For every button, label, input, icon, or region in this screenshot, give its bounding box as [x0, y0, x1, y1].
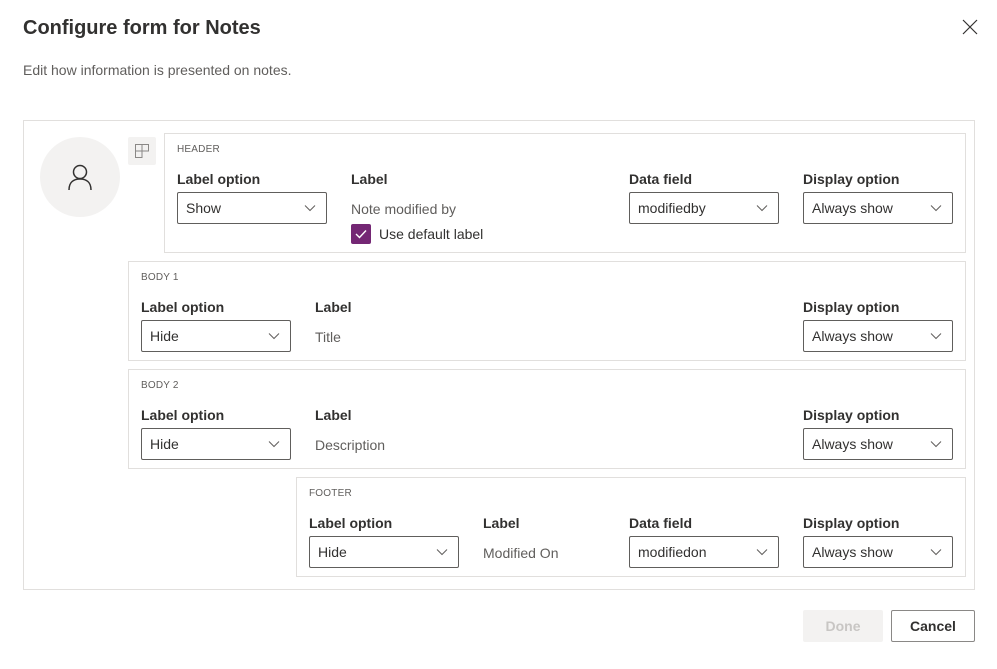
- display-option-heading: Display option: [803, 515, 900, 531]
- chevron-down-icon: [756, 549, 768, 556]
- section-footer: FOOTER Label option Hide Label Modified …: [296, 477, 966, 577]
- person-icon: [68, 164, 92, 191]
- section-body-2: BODY 2 Label option Hide Label Descripti…: [128, 369, 966, 469]
- close-icon: [962, 19, 978, 35]
- data-field-heading: Data field: [629, 171, 693, 187]
- section-title: BODY 1: [141, 272, 179, 283]
- chevron-down-icon: [268, 441, 280, 448]
- dialog-subtitle: Edit how information is presented on not…: [23, 62, 292, 78]
- label-option-dropdown[interactable]: Show: [177, 192, 327, 224]
- label-option-dropdown[interactable]: Hide: [309, 536, 459, 568]
- label-value: Modified On: [483, 545, 559, 561]
- use-default-label-checkbox[interactable]: Use default label: [351, 224, 483, 244]
- label-option-dropdown[interactable]: Hide: [141, 320, 291, 352]
- dropdown-value: Always show: [812, 436, 893, 452]
- data-field-heading: Data field: [629, 515, 693, 531]
- section-title: BODY 2: [141, 380, 179, 391]
- label-value: Description: [315, 437, 386, 453]
- dropdown-value: Always show: [812, 328, 893, 344]
- label-value: Title: [315, 329, 341, 345]
- checkbox-box[interactable]: [351, 224, 371, 244]
- dropdown-value: Hide: [318, 544, 347, 560]
- dropdown-value: modifiedby: [638, 200, 706, 216]
- label-option-heading: Label option: [177, 171, 261, 187]
- dropdown-value: modifiedon: [638, 544, 707, 560]
- dropdown-value: Hide: [150, 436, 179, 452]
- chevron-down-icon: [930, 549, 942, 556]
- label-heading: Label: [351, 171, 388, 187]
- layout-button[interactable]: [128, 137, 156, 165]
- layout-grid-icon: [135, 144, 149, 158]
- chevron-down-icon: [304, 205, 316, 212]
- dropdown-value: Hide: [150, 328, 179, 344]
- section-body-1: BODY 1 Label option Hide Label Title Dis…: [128, 261, 966, 361]
- display-option-heading: Display option: [803, 171, 900, 187]
- section-title: FOOTER: [309, 488, 352, 499]
- label-value: Note modified by: [351, 201, 457, 217]
- label-heading: Label: [315, 299, 352, 315]
- done-button[interactable]: Done: [803, 610, 883, 642]
- data-field-dropdown[interactable]: modifiedon: [629, 536, 779, 568]
- display-option-heading: Display option: [803, 299, 900, 315]
- display-option-dropdown[interactable]: Always show: [803, 192, 953, 224]
- display-option-dropdown[interactable]: Always show: [803, 320, 953, 352]
- chevron-down-icon: [268, 333, 280, 340]
- chevron-down-icon: [436, 549, 448, 556]
- section-header: HEADER Label option Show Label Note modi…: [164, 133, 966, 253]
- checkmark-icon: [355, 230, 367, 239]
- avatar: [40, 137, 120, 217]
- dropdown-value: Show: [186, 200, 222, 216]
- chevron-down-icon: [930, 333, 942, 340]
- dialog-title: Configure form for Notes: [23, 17, 261, 39]
- section-title: HEADER: [177, 144, 220, 155]
- label-option-heading: Label option: [141, 299, 225, 315]
- dropdown-value: Always show: [812, 544, 893, 560]
- label-option-dropdown[interactable]: Hide: [141, 428, 291, 460]
- data-field-dropdown[interactable]: modifiedby: [629, 192, 779, 224]
- dropdown-value: Always show: [812, 200, 893, 216]
- label-heading: Label: [315, 407, 352, 423]
- chevron-down-icon: [930, 205, 942, 212]
- chevron-down-icon: [930, 441, 942, 448]
- label-heading: Label: [483, 515, 520, 531]
- display-option-dropdown[interactable]: Always show: [803, 428, 953, 460]
- display-option-dropdown[interactable]: Always show: [803, 536, 953, 568]
- cancel-button[interactable]: Cancel: [891, 610, 975, 642]
- label-option-heading: Label option: [141, 407, 225, 423]
- close-button[interactable]: [960, 17, 980, 37]
- chevron-down-icon: [756, 205, 768, 212]
- checkbox-label: Use default label: [379, 226, 484, 242]
- display-option-heading: Display option: [803, 407, 900, 423]
- label-option-heading: Label option: [309, 515, 393, 531]
